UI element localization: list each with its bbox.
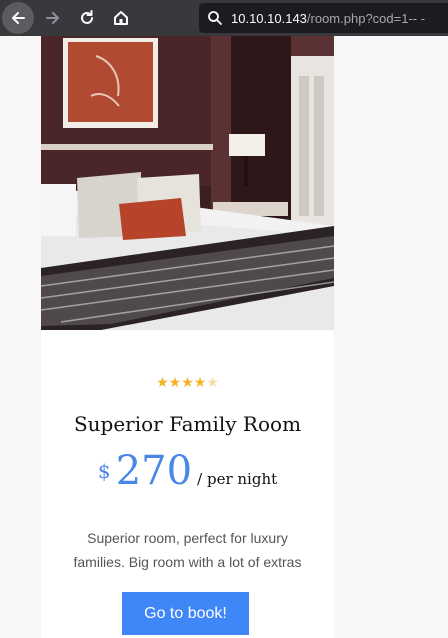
rating-stars: ★★★★★ [41, 374, 334, 391]
home-button[interactable] [106, 3, 136, 33]
url-host: 10.10.10.143 [231, 10, 307, 26]
browser-toolbar: 10.10.10.143/room.php?cod=1-- - [0, 0, 448, 36]
price-per-night: / per night [197, 470, 278, 488]
url-path: /room.php?cod=1-- - [306, 10, 426, 26]
book-button[interactable]: Go to book! [122, 592, 249, 635]
home-icon [114, 11, 128, 25]
room-title: Superior Family Room [73, 412, 302, 436]
price-amount: 270 [115, 448, 193, 494]
forward-button[interactable] [38, 3, 68, 33]
reload-button[interactable] [72, 3, 102, 33]
star-icon: ★ [156, 374, 169, 390]
url-bar[interactable]: 10.10.10.143/room.php?cod=1-- - [199, 3, 448, 33]
back-button[interactable] [2, 2, 34, 34]
room-description: Superior room, perfect for luxury famili… [73, 530, 302, 570]
star-icon: ★ [181, 374, 194, 390]
star-icon: ★ [193, 374, 207, 390]
room-card: ★★★★★ Superior Family Room $ 270 / per n… [41, 36, 334, 638]
star-icon: ★ [168, 374, 182, 390]
page-content: ★★★★★ Superior Family Room $ 270 / per n… [0, 36, 448, 638]
room-photo [41, 36, 334, 330]
price-currency: $ [97, 459, 111, 483]
search-icon [208, 11, 222, 25]
reload-icon [81, 10, 93, 24]
room-price: $ 270 / per night [41, 448, 334, 494]
back-arrow-icon [12, 12, 25, 24]
forward-arrow-icon [46, 12, 59, 24]
star-half-icon: ★ [206, 374, 219, 390]
